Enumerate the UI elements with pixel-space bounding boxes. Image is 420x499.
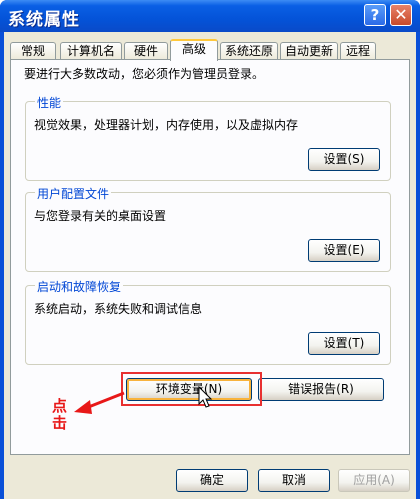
performance-group: 性能 视觉效果，处理器计划，内存使用，以及虚拟内存 设置(S) <box>25 94 391 181</box>
ok-button[interactable]: 确定 <box>176 469 248 492</box>
performance-group-title: 性能 <box>35 94 64 111</box>
error-reporting-button[interactable]: 错误报告(R) <box>258 378 384 401</box>
annotation-click-label: 点击 <box>52 397 68 432</box>
tab-general[interactable]: 常规 <box>10 42 56 60</box>
help-button[interactable]: ? <box>364 4 386 26</box>
cancel-button[interactable]: 取消 <box>258 469 330 492</box>
performance-description: 视觉效果，处理器计划，内存使用，以及虚拟内存 <box>34 118 299 132</box>
tab-remote[interactable]: 远程 <box>340 42 376 60</box>
help-icon: ? <box>370 6 380 24</box>
tab-system-restore[interactable]: 系统还原 <box>220 42 278 60</box>
startup-recovery-group: 启动和故障恢复 系统启动，系统失败和调试信息 设置(T) <box>25 278 391 365</box>
performance-settings-button[interactable]: 设置(S) <box>308 148 380 171</box>
mouse-cursor-icon <box>198 386 213 408</box>
user-profiles-settings-button[interactable]: 设置(E) <box>308 239 380 262</box>
close-button[interactable]: ✕ <box>390 4 412 26</box>
window-title: 系统属性 <box>8 10 80 30</box>
user-profiles-group: 用户配置文件 与您登录有关的桌面设置 设置(E) <box>25 185 391 272</box>
tab-hardware[interactable]: 硬件 <box>124 42 168 60</box>
startup-recovery-description: 系统启动，系统失败和调试信息 <box>34 302 203 316</box>
startup-recovery-settings-button[interactable]: 设置(T) <box>308 332 380 355</box>
annotation-highlight-box <box>121 372 262 406</box>
user-profiles-group-title: 用户配置文件 <box>35 185 112 202</box>
startup-recovery-group-title: 启动和故障恢复 <box>35 278 124 295</box>
apply-button[interactable]: 应用(A) <box>338 469 410 492</box>
admin-notice: 要进行大多数改动，您必须作为管理员登录。 <box>24 67 265 81</box>
tab-automatic-updates[interactable]: 自动更新 <box>280 42 338 60</box>
annotation-arrow-icon <box>74 391 125 414</box>
title-bar[interactable]: 系统属性 ? ✕ <box>0 0 420 32</box>
close-icon: ✕ <box>394 5 408 24</box>
tab-computer-name[interactable]: 计算机名 <box>60 42 122 60</box>
user-profiles-description: 与您登录有关的桌面设置 <box>34 209 167 223</box>
tab-advanced[interactable]: 高级 <box>170 39 218 61</box>
